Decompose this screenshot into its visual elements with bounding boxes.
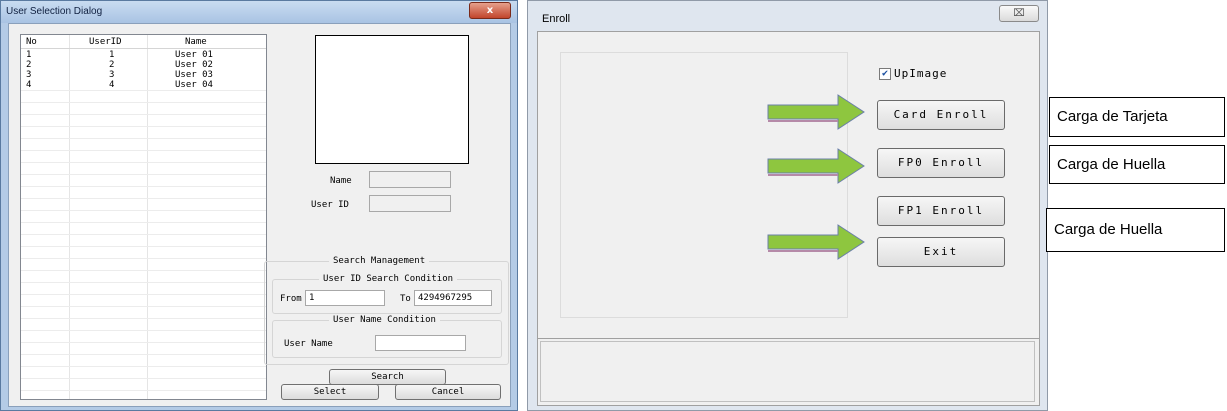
cell-name: User 03 — [175, 70, 213, 80]
group-title: Search Management — [329, 256, 430, 266]
user-name-label: User Name — [284, 339, 333, 349]
title-bar[interactable]: User Selection Dialog x — [1, 1, 517, 23]
list-gridline — [21, 378, 266, 379]
green-arrow-icon — [767, 148, 865, 184]
cancel-button[interactable]: Cancel — [395, 384, 501, 400]
green-arrow-icon — [767, 94, 865, 130]
table-row[interactable]: 4 4 User 04 — [21, 80, 266, 90]
table-row[interactable]: 2 2 User 02 — [21, 60, 266, 70]
cell-no: 1 — [26, 50, 32, 60]
user-selection-dialog: User Selection Dialog x No UserID Name 1… — [0, 0, 518, 411]
list-gridline — [21, 102, 266, 103]
cell-name: User 02 — [175, 60, 213, 70]
list-gridline — [21, 162, 266, 163]
list-gridline — [21, 198, 266, 199]
status-area — [538, 338, 1039, 405]
list-gridline — [21, 90, 266, 91]
green-arrow-icon — [767, 224, 865, 260]
list-gridline — [21, 390, 266, 391]
list-gridline — [21, 114, 266, 115]
list-gridline — [21, 342, 266, 343]
select-button[interactable]: Select — [281, 384, 379, 400]
column-header-no[interactable]: No — [26, 37, 37, 47]
fp1-enroll-button[interactable]: FP1 Enroll — [877, 196, 1005, 226]
cell-no: 4 — [26, 80, 32, 90]
list-gridline — [21, 210, 266, 211]
fp0-enroll-button[interactable]: FP0 Enroll — [877, 148, 1005, 178]
to-input[interactable]: 4294967295 — [414, 290, 492, 306]
cell-no: 2 — [26, 60, 32, 70]
cell-name: User 01 — [175, 50, 213, 60]
cell-name: User 04 — [175, 80, 213, 90]
from-input[interactable]: 1 — [305, 290, 385, 306]
group-title: User Name Condition — [329, 315, 440, 325]
list-rows: 1 1 User 01 2 2 User 02 3 3 User 03 4 4 — [21, 50, 266, 90]
to-label: To — [400, 294, 411, 304]
dialog-client: No UserID Name 1 1 User 01 2 2 User 02 3… — [8, 23, 511, 407]
callout-card-enroll: Carga de Tarjeta — [1049, 97, 1225, 137]
user-photo-box — [315, 35, 469, 164]
upimage-label: UpImage — [894, 67, 948, 80]
list-gridline — [21, 354, 266, 355]
table-row[interactable]: 1 1 User 01 — [21, 50, 266, 60]
list-header: No UserID Name — [21, 35, 266, 49]
dialog-title: User Selection Dialog — [6, 6, 103, 17]
upimage-checkbox[interactable]: ✔ — [879, 68, 891, 80]
exit-button[interactable]: Exit — [877, 237, 1005, 267]
list-gridline — [21, 318, 266, 319]
table-row[interactable]: 3 3 User 03 — [21, 70, 266, 80]
name-label: Name — [330, 176, 352, 186]
list-gridline — [21, 234, 266, 235]
column-header-userid[interactable]: UserID — [89, 37, 122, 47]
cell-no: 3 — [26, 70, 32, 80]
dialog-title: Enroll — [542, 13, 571, 25]
column-header-name[interactable]: Name — [185, 37, 207, 47]
list-gridline — [21, 246, 266, 247]
user-list[interactable]: No UserID Name 1 1 User 01 2 2 User 02 3… — [20, 34, 267, 400]
callout-fp0-enroll: Carga de Huella — [1049, 145, 1225, 184]
user-name-input[interactable] — [375, 335, 466, 351]
cell-userid: 2 — [109, 60, 115, 70]
from-label: From — [280, 294, 302, 304]
list-gridline — [21, 186, 266, 187]
check-mark-icon: ✔ — [881, 68, 889, 79]
image-area — [560, 52, 848, 318]
search-button[interactable]: Search — [329, 369, 446, 385]
list-gridline — [21, 174, 266, 175]
list-gridline — [21, 138, 266, 139]
close-button[interactable]: ⌧ — [999, 5, 1039, 22]
cell-userid: 1 — [109, 50, 115, 60]
list-gridline — [21, 366, 266, 367]
status-box — [540, 341, 1035, 402]
dialog-client: ✔ UpImage Card Enroll FP0 Enroll FP1 Enr… — [537, 31, 1040, 406]
list-gridline — [21, 150, 266, 151]
card-enroll-button[interactable]: Card Enroll — [877, 100, 1005, 130]
title-bar[interactable]: Enroll ⌧ — [528, 1, 1047, 31]
list-gridline — [21, 306, 266, 307]
name-field[interactable] — [369, 171, 451, 188]
list-gridline — [21, 330, 266, 331]
list-gridline — [21, 126, 266, 127]
cell-userid: 3 — [109, 70, 115, 80]
cell-userid: 4 — [109, 80, 115, 90]
user-id-field[interactable] — [369, 195, 451, 212]
list-gridline — [21, 270, 266, 271]
user-id-label: User ID — [311, 200, 349, 210]
list-gridline — [21, 282, 266, 283]
enroll-dialog: Enroll ⌧ ✔ UpImage Card Enroll FP0 Enrol… — [527, 0, 1048, 411]
list-gridline — [21, 258, 266, 259]
callout-fp1-enroll: Carga de Huella — [1046, 208, 1225, 252]
group-title: User ID Search Condition — [319, 274, 458, 284]
list-gridline — [21, 294, 266, 295]
list-gridline — [21, 222, 266, 223]
close-button[interactable]: x — [469, 2, 511, 19]
